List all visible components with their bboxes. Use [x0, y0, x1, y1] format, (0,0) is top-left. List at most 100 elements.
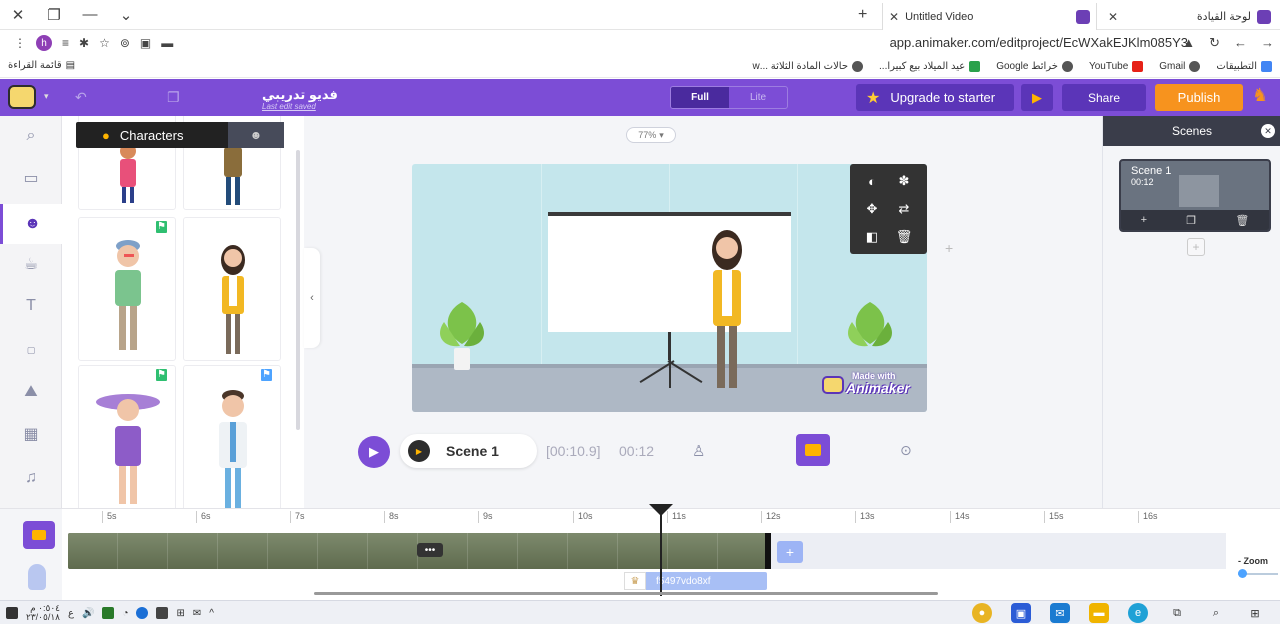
duplicate-icon[interactable]: ❐ [1186, 214, 1196, 227]
character-track[interactable]: ♛ f5497vdo8xf [624, 572, 767, 590]
microphone-icon[interactable] [28, 564, 46, 590]
character-icon[interactable]: ♙ [692, 442, 705, 460]
user-avatar-icon[interactable]: ♞ [1252, 85, 1278, 111]
camera-icon[interactable]: ▬ [161, 36, 173, 50]
undo-icon[interactable]: ↶ [75, 89, 87, 106]
character-card[interactable]: ⚑ [78, 365, 176, 508]
library-scrollbar[interactable] [296, 150, 300, 430]
chevron-up-icon[interactable]: ^ [209, 608, 214, 619]
tab-dashboard[interactable]: ✕ لوحة القيادة [1102, 3, 1277, 30]
zoom-dropdown[interactable]: 77% ▾ [626, 127, 676, 143]
extensions-puzzle-icon[interactable]: ✱ [79, 36, 89, 50]
tab-custom-characters[interactable]: ☻ [228, 122, 284, 148]
bookmark-gmail[interactable]: Gmail [1159, 61, 1201, 72]
task-view-icon[interactable]: ⧉ [1167, 603, 1187, 623]
close-icon[interactable]: ✕ [889, 10, 899, 24]
capture-icon[interactable]: ⊙ [900, 442, 912, 459]
trash-icon[interactable]: 🗑 [1235, 214, 1249, 227]
color-palette-icon[interactable]: ✽ [892, 170, 916, 192]
url-input[interactable]: app.animaker.com/editproject/EcWXakEJKlm… [890, 35, 1188, 50]
window-minimize-icon[interactable]: — [72, 0, 108, 30]
bookmark-youtube[interactable]: YouTube [1089, 61, 1144, 72]
chevron-down-icon[interactable]: ▾ [44, 91, 49, 102]
network-icon[interactable] [102, 607, 115, 619]
collapse-library-handle[interactable]: ‹ [304, 248, 320, 348]
profile-avatar[interactable]: h [36, 35, 52, 51]
zoom-slider-knob[interactable] [1238, 569, 1247, 578]
upgrade-button[interactable]: ★ Upgrade to starter [856, 84, 1014, 111]
potted-plant-right[interactable] [842, 292, 898, 374]
video-track-icon[interactable] [23, 521, 55, 549]
video-icon[interactable]: ▦ [0, 414, 62, 454]
publish-button[interactable]: Publish [1155, 84, 1243, 111]
close-icon[interactable]: ✕ [1261, 124, 1275, 138]
add-object-plus-icon[interactable]: + [945, 240, 953, 256]
move-icon[interactable]: ✥ [860, 198, 884, 220]
projector-screen[interactable] [548, 212, 791, 332]
edge-icon[interactable]: e [1128, 603, 1148, 623]
window-close-icon[interactable]: ✕ [0, 0, 36, 30]
preview-play-button[interactable]: ▶ [1021, 84, 1053, 111]
swap-icon[interactable]: ⇄ [892, 198, 916, 220]
reading-mode-icon[interactable]: ≡ [62, 36, 69, 50]
share-button[interactable]: Share [1062, 84, 1146, 111]
window-restore-icon[interactable]: ❐ [36, 0, 72, 30]
onedrive-icon[interactable] [136, 607, 149, 619]
track-more-icon[interactable]: ••• [417, 543, 443, 557]
images-icon[interactable]: ⛰ [0, 372, 62, 412]
props-icon[interactable]: ☕ [0, 244, 62, 284]
mode-lite-button[interactable]: Lite [729, 87, 787, 108]
trash-icon[interactable]: 🗑 [892, 226, 916, 248]
add-to-track-button[interactable]: + [777, 541, 803, 563]
file-explorer-icon[interactable]: ▬ [1089, 603, 1109, 623]
search-icon[interactable]: ⌕ [1206, 603, 1226, 623]
menu-kebab-icon[interactable]: ⋮ [14, 36, 26, 50]
tab-search-chevron-icon[interactable]: ⌄ [108, 0, 144, 30]
mode-full-button[interactable]: Full [671, 87, 729, 108]
character-card[interactable] [183, 217, 281, 361]
animaker-logo-icon[interactable] [8, 85, 36, 109]
scene-play-icon[interactable]: ▶ [408, 440, 430, 462]
stage-character-woman[interactable] [702, 226, 752, 394]
tray-app-icon[interactable]: ⊞ [176, 608, 184, 619]
play-button[interactable]: ▶ [358, 436, 390, 468]
battery-icon[interactable] [156, 607, 169, 619]
character-card[interactable]: ⚑ [78, 217, 176, 361]
templates-icon[interactable]: ▭ [0, 158, 62, 198]
reading-list-button[interactable]: قائمة القراءة ▤ [8, 60, 75, 71]
new-tab-button[interactable]: + [858, 6, 867, 24]
notification-icon[interactable] [6, 607, 18, 619]
character-card[interactable]: ⚑ [183, 365, 281, 508]
add-scene-button[interactable]: + [1187, 238, 1205, 256]
app-blue-icon[interactable]: ▣ [1011, 603, 1031, 623]
contrast-icon[interactable]: ◐ [860, 170, 884, 192]
add-icon[interactable]: + [1141, 214, 1147, 226]
timeline-scrollbar[interactable] [314, 592, 938, 595]
bookmark-star-icon[interactable]: ☆ [99, 36, 110, 50]
characters-icon[interactable]: ☻ [0, 204, 62, 244]
video-clip-button[interactable] [796, 434, 830, 466]
forward-arrow-icon[interactable]: → [1261, 35, 1274, 51]
clock[interactable]: ٠:٥٠٤ م ٢٣/٠٥/١٨ [26, 604, 60, 622]
tab-untitled-video[interactable]: ✕ Untitled Video [882, 3, 1097, 30]
bookmark-birthday-sale[interactable]: عيد الميلاد بيع كبيرا... [879, 61, 981, 72]
share-icon[interactable]: ⊚ [120, 36, 130, 50]
windows-start-icon[interactable]: ⊞ [1245, 603, 1265, 623]
tab-characters[interactable]: ● Characters [76, 122, 228, 148]
background-icon[interactable]: ▢ [0, 330, 62, 370]
project-title[interactable]: فديو تدريبي [262, 87, 338, 103]
flip-icon[interactable]: ◧ [860, 226, 884, 248]
duplicate-icon[interactable]: ❐ [167, 89, 180, 106]
volume-icon[interactable]: 🔊 [82, 608, 94, 619]
search-icon[interactable]: ⌕ [0, 116, 62, 156]
chrome-icon[interactable]: ● [972, 603, 992, 623]
screenshot-icon[interactable]: ▣ [140, 36, 151, 50]
potted-plant-left[interactable] [434, 292, 490, 374]
bookmark-apps[interactable]: التطبيقات [1216, 61, 1272, 72]
wifi-icon[interactable]: ◔ [122, 608, 128, 619]
mail-icon[interactable]: ✉ [1050, 603, 1070, 623]
back-arrow-icon[interactable]: ← [1234, 35, 1247, 51]
reload-icon[interactable]: ↻ [1209, 35, 1220, 51]
tray-mail-icon[interactable]: ✉ [193, 608, 201, 619]
playhead[interactable] [660, 506, 662, 596]
